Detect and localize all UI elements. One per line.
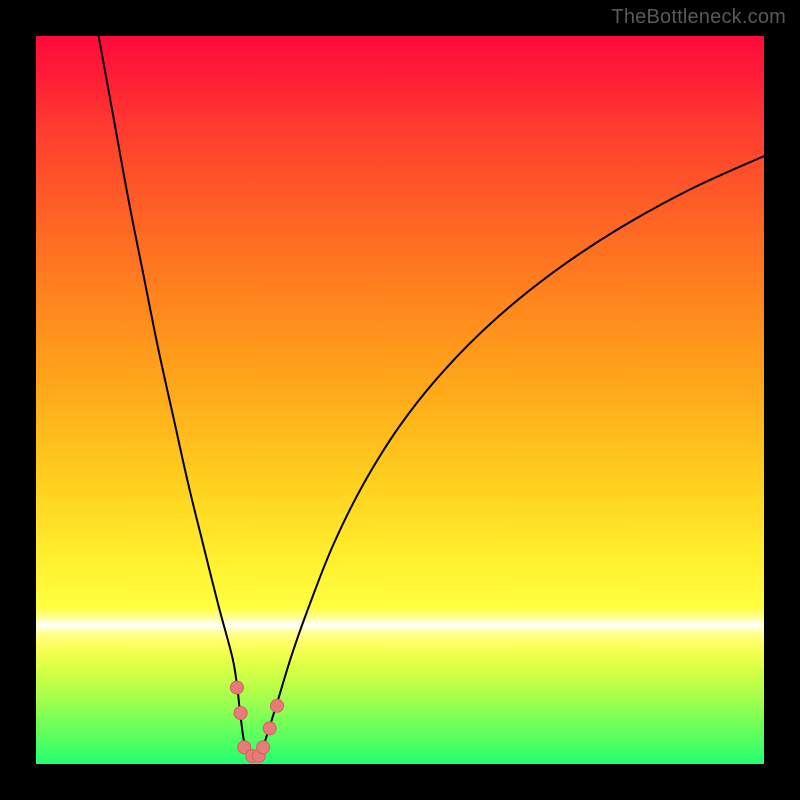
- highlight-dot: [257, 741, 270, 754]
- highlight-dot: [263, 722, 276, 735]
- bottleneck-curve: [99, 36, 764, 760]
- highlight-dot: [271, 699, 284, 712]
- highlight-dot: [234, 707, 247, 720]
- highlighted-points: [230, 681, 283, 762]
- plot-area: [36, 36, 764, 764]
- highlight-dot: [230, 681, 243, 694]
- outer-frame: TheBottleneck.com: [0, 0, 800, 800]
- curve-layer: [36, 36, 764, 764]
- watermark-text: TheBottleneck.com: [611, 6, 786, 29]
